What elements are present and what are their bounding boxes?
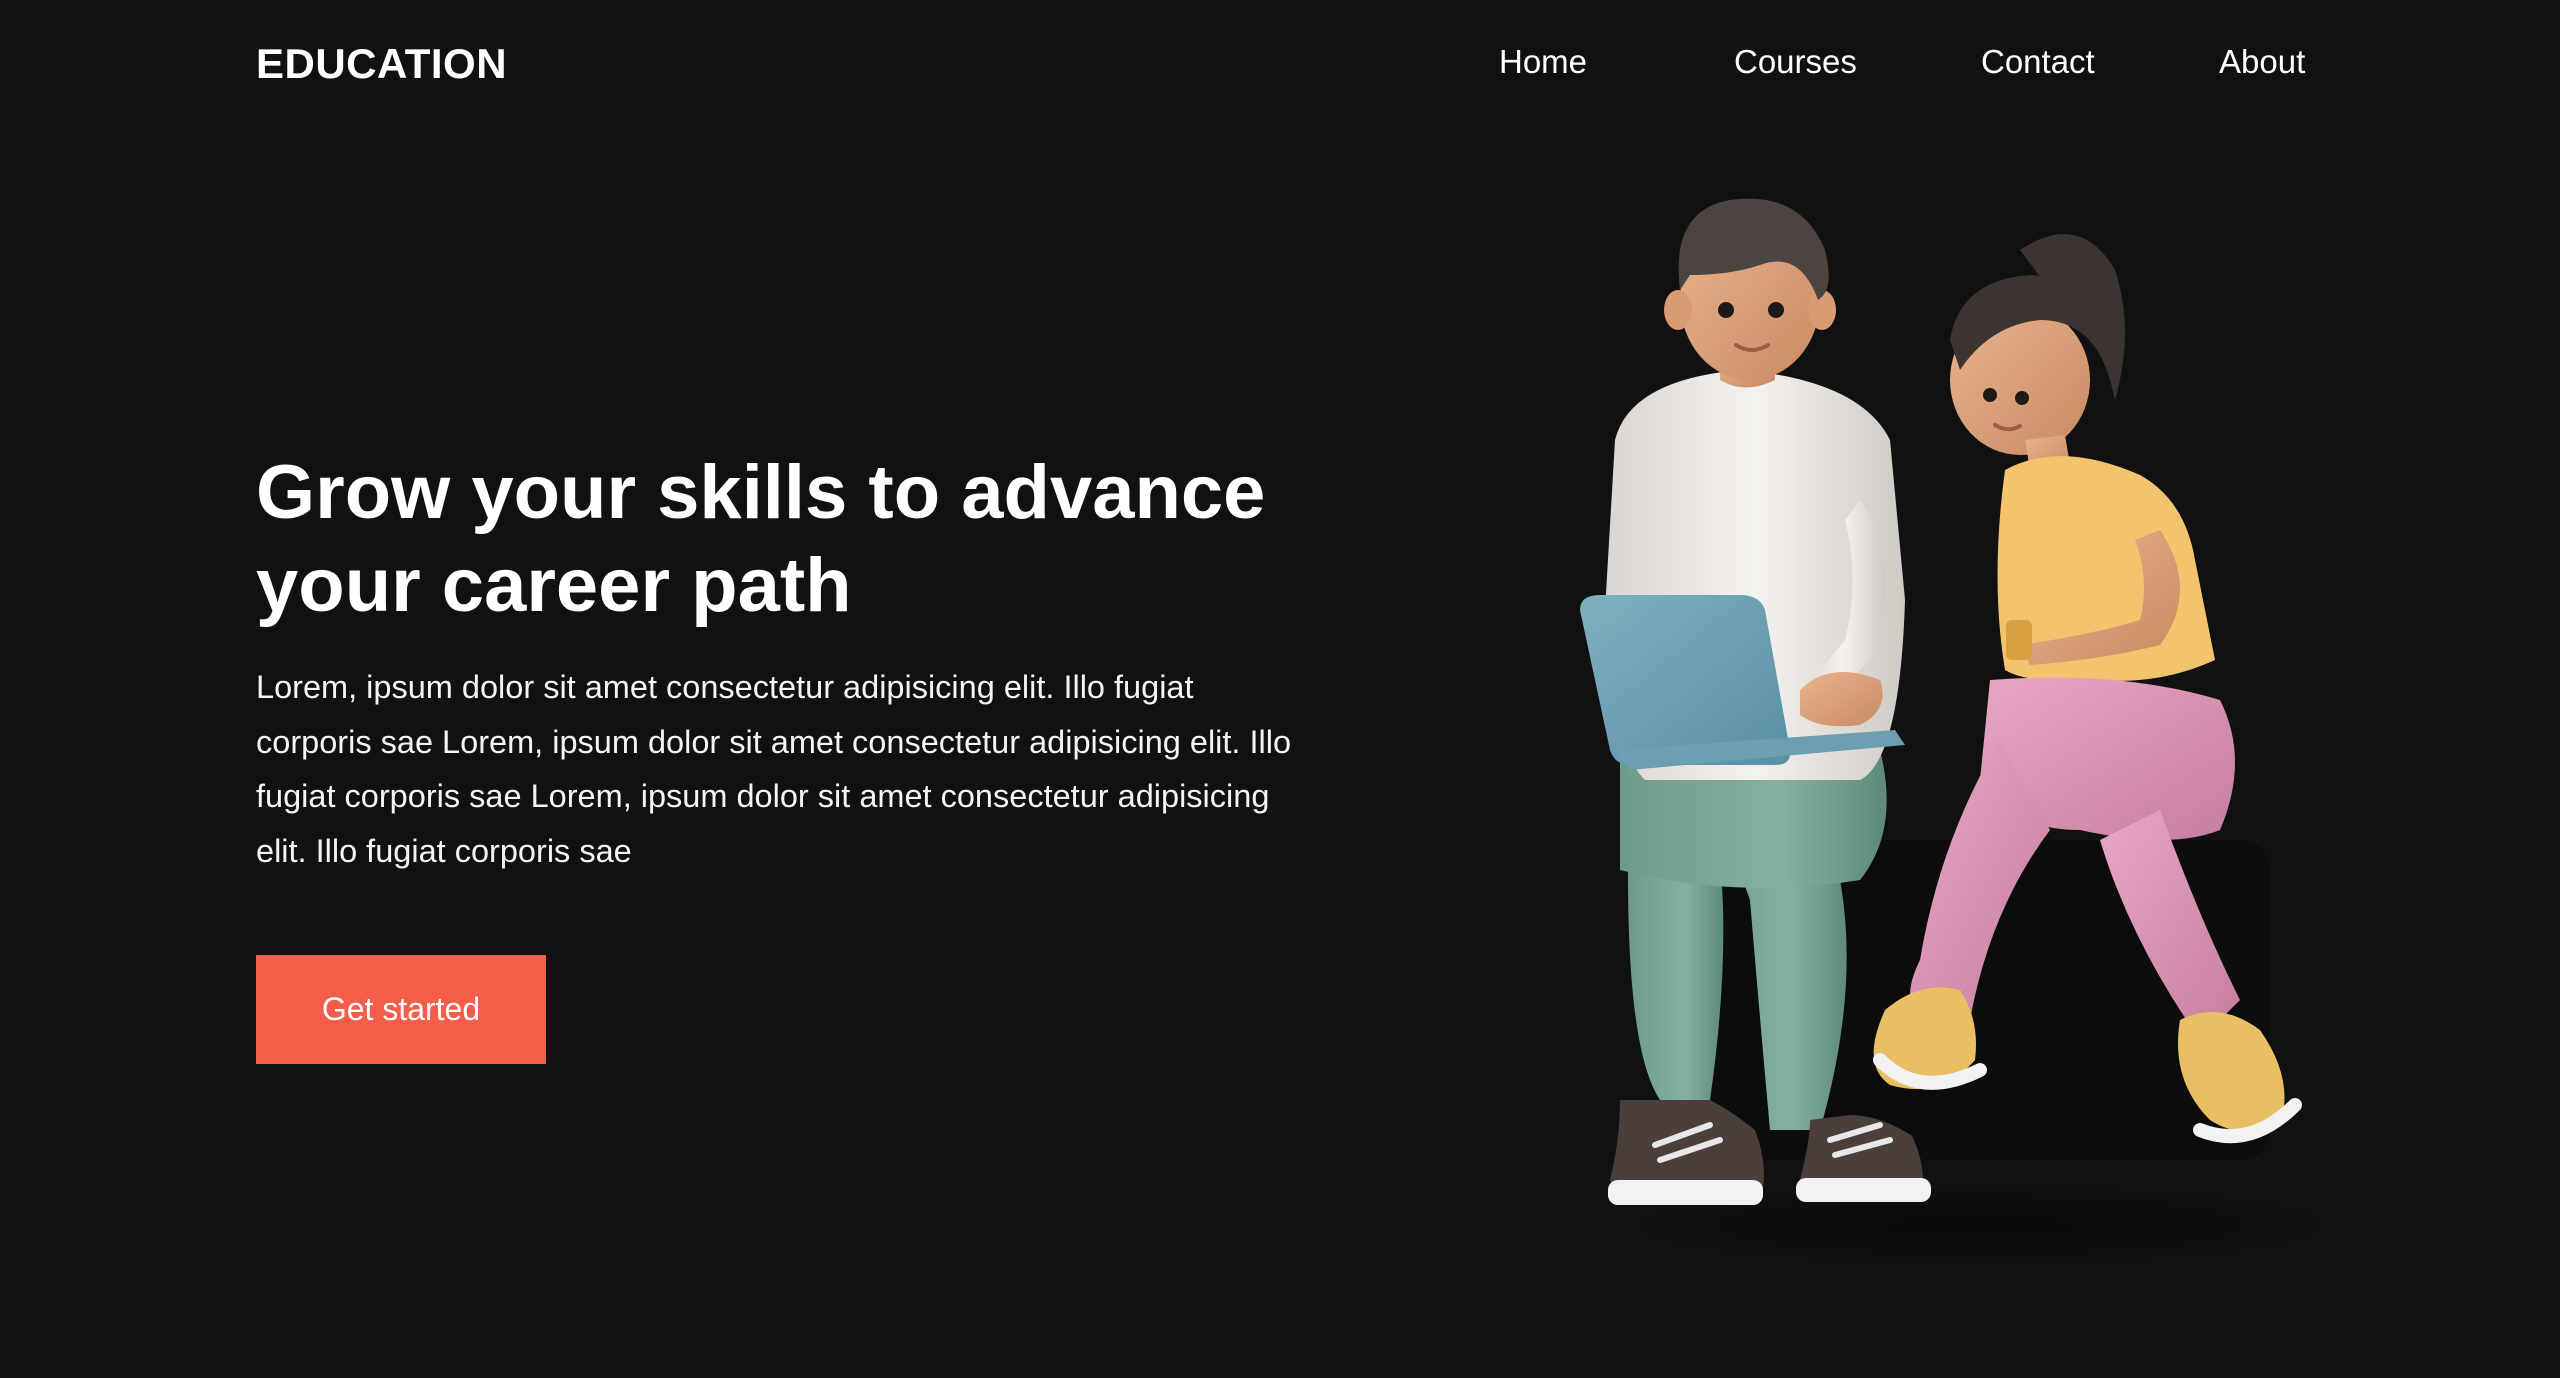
nav-links: Home Courses Contact About: [0, 42, 2560, 86]
hero-description: Lorem, ipsum dolor sit amet consectetur …: [256, 669, 1292, 869]
nav-link-contact[interactable]: Contact: [1981, 42, 2095, 82]
get-started-button[interactable]: Get started: [256, 955, 546, 1064]
landing-page: EDUCATION Home Courses Contact About Gro…: [0, 0, 2560, 1378]
nav-link-about[interactable]: About: [2219, 42, 2305, 82]
two-people-with-laptop-illustration: [1560, 140, 2340, 1280]
nav-link-courses[interactable]: Courses: [1734, 42, 1857, 82]
top-navigation: EDUCATION Home Courses Contact About: [0, 0, 2560, 130]
nav-link-home[interactable]: Home: [1499, 42, 1587, 82]
hero-title: Grow your skills to advance your career …: [256, 450, 1266, 628]
